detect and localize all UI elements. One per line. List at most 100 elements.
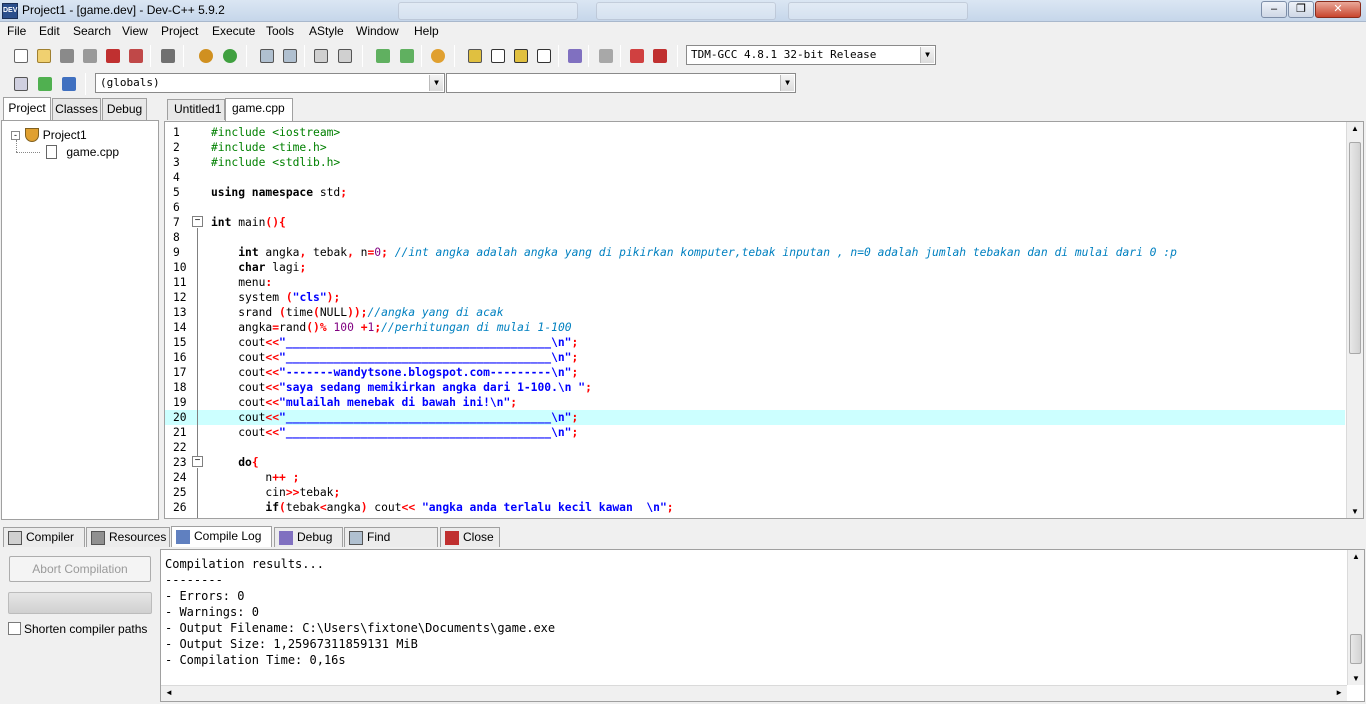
scroll-down-icon[interactable]: ▼	[1351, 507, 1359, 516]
menu-execute[interactable]: Execute	[212, 24, 255, 38]
log-horizontal-scrollbar[interactable]: ◄ ►	[161, 685, 1347, 701]
code-line[interactable]: 18 cout<<"saya sedang memikirkan angka d…	[165, 380, 1345, 395]
fold-collapse-icon[interactable]: −	[192, 456, 203, 467]
undo-button[interactable]	[195, 45, 215, 65]
menu-window[interactable]: Window	[356, 24, 399, 38]
menu-tools[interactable]: Tools	[266, 24, 294, 38]
code-line[interactable]: 1 #include <iostream>	[165, 125, 1345, 140]
scroll-right-icon[interactable]: ►	[1335, 688, 1343, 697]
tab-debug-output[interactable]: Debug	[274, 527, 343, 548]
scroll-thumb[interactable]	[1350, 634, 1362, 664]
code-line[interactable]: 13 srand (time(NULL));//angka yang di ac…	[165, 305, 1345, 320]
devcpp-app-icon[interactable]: DEV	[2, 3, 18, 19]
editor-vertical-scrollbar[interactable]: ▲ ▼	[1346, 122, 1363, 518]
project-options-button[interactable]	[427, 45, 447, 65]
code-editor[interactable]: 1 #include <iostream> 2 #include <time.h> 3 #…	[164, 121, 1364, 519]
add-to-project-button[interactable]	[372, 45, 392, 65]
menu-file[interactable]: File	[7, 24, 26, 38]
scroll-up-icon[interactable]: ▲	[1352, 552, 1360, 561]
code-line[interactable]: 21 cout<<"______________________________…	[165, 425, 1345, 440]
compile-run-button[interactable]	[510, 45, 530, 65]
code-line[interactable]: 3 #include <stdlib.h>	[165, 155, 1345, 170]
menu-help[interactable]: Help	[414, 24, 439, 38]
code-line[interactable]: 15 cout<<"______________________________…	[165, 335, 1345, 350]
run-button[interactable]	[487, 45, 507, 65]
syntax-check-button[interactable]	[564, 45, 584, 65]
code-line[interactable]: 9 int angka, tebak, n=0; //int angka ada…	[165, 245, 1345, 260]
code-line[interactable]: 20 cout<<"______________________________…	[165, 410, 1345, 425]
scroll-up-icon[interactable]: ▲	[1351, 124, 1359, 133]
scroll-left-icon[interactable]: ◄	[165, 688, 173, 697]
indent-button[interactable]	[310, 45, 330, 65]
unindent-button[interactable]	[334, 45, 354, 65]
insert-button[interactable]	[10, 73, 30, 93]
code-line[interactable]: 8	[165, 230, 1345, 245]
tree-node-project[interactable]: - Project1	[11, 128, 87, 142]
code-line[interactable]: 4	[165, 170, 1345, 185]
maximize-button[interactable]: ❐	[1288, 1, 1314, 18]
tab-resources[interactable]: Resources	[86, 527, 170, 548]
redo-button[interactable]	[219, 45, 239, 65]
close-file-button[interactable]	[102, 45, 122, 65]
function-select[interactable]: ▼	[446, 73, 796, 93]
code-line[interactable]: 16 cout<<"______________________________…	[165, 350, 1345, 365]
code-line[interactable]: 25 cin>>tebak;	[165, 485, 1345, 500]
code-line[interactable]: 2 #include <time.h>	[165, 140, 1345, 155]
menu-project[interactable]: Project	[161, 24, 198, 38]
code-line[interactable]: 10 char lagi;	[165, 260, 1345, 275]
remove-from-project-button[interactable]	[396, 45, 416, 65]
code-line[interactable]: 7 int main(){	[165, 215, 1345, 230]
code-line[interactable]: 22	[165, 440, 1345, 455]
compiler-select[interactable]: TDM-GCC 4.8.1 32-bit Release ▼	[686, 45, 936, 65]
open-file-button[interactable]	[33, 45, 53, 65]
code-line[interactable]: 14 angka=rand()% 100 +1;//perhitungan di…	[165, 320, 1345, 335]
shorten-paths-checkbox[interactable]: Shorten compiler paths	[8, 622, 147, 636]
code-line[interactable]: 24 n++ ;	[165, 470, 1345, 485]
tab-debug[interactable]: Debug	[102, 98, 147, 120]
new-file-button[interactable]	[10, 45, 30, 65]
bookmark-button[interactable]	[58, 73, 78, 93]
code-line[interactable]: 12 system ("cls");	[165, 290, 1345, 305]
save-all-button[interactable]	[79, 45, 99, 65]
tab-untitled1[interactable]: Untitled1	[167, 99, 225, 120]
rebuild-all-button[interactable]	[533, 45, 553, 65]
code-line[interactable]: 6	[165, 200, 1345, 215]
log-vertical-scrollbar[interactable]: ▲ ▼	[1347, 550, 1364, 685]
code-line[interactable]: 5 using namespace std;	[165, 185, 1345, 200]
replace-button[interactable]	[279, 45, 299, 65]
delete-profile-button[interactable]	[649, 45, 669, 65]
close-all-button[interactable]	[125, 45, 145, 65]
menu-edit[interactable]: Edit	[39, 24, 60, 38]
tab-classes[interactable]: Classes	[52, 98, 101, 120]
code-line[interactable]: 17 cout<<"-------wandytsone.blogspot.com…	[165, 365, 1345, 380]
scroll-thumb[interactable]	[1349, 142, 1361, 354]
tab-game-cpp[interactable]: game.cpp	[225, 98, 293, 121]
tab-close[interactable]: Close	[440, 527, 500, 548]
goto-button[interactable]	[34, 73, 54, 93]
tree-node-file[interactable]: game.cpp	[46, 145, 119, 159]
tab-project[interactable]: Project	[3, 97, 51, 120]
compile-button[interactable]	[464, 45, 484, 65]
code-line[interactable]: 23 do{	[165, 455, 1345, 470]
print-button[interactable]	[157, 45, 177, 65]
tab-compile-log[interactable]: Compile Log	[171, 526, 272, 548]
checkbox-box[interactable]	[8, 622, 21, 635]
compile-log-output[interactable]: Compilation results... -------- - Errors…	[160, 549, 1365, 702]
profile-button[interactable]	[626, 45, 646, 65]
fold-collapse-icon[interactable]: −	[192, 216, 203, 227]
save-button[interactable]	[56, 45, 76, 65]
code-line[interactable]: 26 if(tebak<angka) cout<< "angka anda te…	[165, 500, 1345, 515]
minimize-button[interactable]: –	[1261, 1, 1287, 18]
menu-astyle[interactable]: AStyle	[309, 24, 344, 38]
collapse-minus-icon[interactable]: -	[11, 131, 20, 140]
code-line[interactable]: 19 cout<<"mulailah menebak di bawah ini!…	[165, 395, 1345, 410]
scope-select[interactable]: (globals) ▼	[95, 73, 445, 93]
scroll-down-icon[interactable]: ▼	[1352, 674, 1360, 683]
tab-find-results[interactable]: Find Results	[344, 527, 438, 563]
abort-compilation-button[interactable]: Abort Compilation	[9, 556, 151, 582]
code-line[interactable]: 11 menu:	[165, 275, 1345, 290]
find-button[interactable]	[256, 45, 276, 65]
tab-compiler[interactable]: Compiler	[3, 527, 85, 548]
stop-execution-button[interactable]	[595, 45, 615, 65]
menu-search[interactable]: Search	[73, 24, 111, 38]
